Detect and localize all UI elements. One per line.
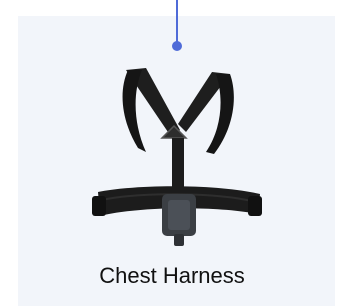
connector-line: [176, 0, 178, 45]
product-label: Chest Harness: [99, 263, 245, 288]
right-belt-buckle: [248, 196, 262, 216]
center-strap: [172, 138, 184, 194]
chest-harness-image: [92, 68, 262, 246]
left-belt-buckle: [92, 196, 106, 216]
connector-dot: [172, 41, 182, 51]
